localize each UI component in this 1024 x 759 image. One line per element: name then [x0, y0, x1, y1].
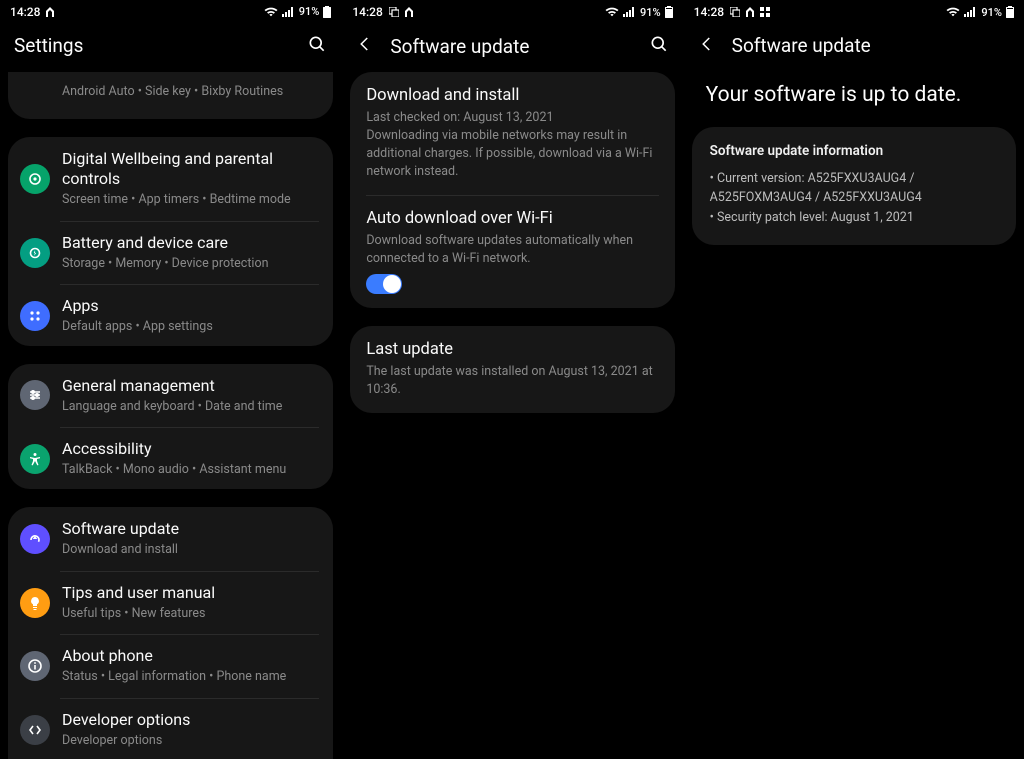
notification-icon: [46, 7, 54, 17]
developer-icon: [20, 715, 50, 745]
notification-icon: [746, 7, 754, 17]
settings-item-software-update[interactable]: Software update Download and install: [8, 507, 333, 571]
row-title: Download and install: [366, 86, 658, 107]
status-time: 14:28: [10, 5, 40, 19]
tips-icon: [20, 588, 50, 618]
battery-icon: [665, 6, 673, 18]
row-subtitle: Developer options: [62, 732, 319, 750]
download-and-install[interactable]: Download and install Last checked on: Au…: [350, 72, 674, 195]
last-update-card: Last update The last update was installe…: [350, 326, 674, 413]
auto-download-toggle[interactable]: [366, 274, 402, 294]
info-title: Software update information: [710, 143, 998, 159]
wellbeing-icon: [20, 164, 50, 194]
row-title: General management: [62, 376, 319, 396]
status-time: 14:28: [694, 5, 724, 19]
settings-group: Software update Download and install Tip…: [8, 507, 333, 759]
row-subtitle: TalkBack • Mono audio • Assistant menu: [62, 461, 319, 479]
settings-item-apps[interactable]: Apps Default apps • App settings: [8, 284, 333, 345]
page-title: Settings: [14, 34, 83, 57]
row-subtitle: Useful tips • New features: [62, 605, 319, 623]
about-icon: [20, 651, 50, 681]
settings-item-battery[interactable]: Battery and device care Storage • Memory…: [8, 221, 333, 285]
update-info-card: Software update information Current vers…: [692, 127, 1016, 245]
settings-group: General management Language and keyboard…: [8, 364, 333, 490]
search-icon[interactable]: [307, 34, 327, 58]
grid-icon: [760, 7, 770, 17]
screenshot-icon: [389, 7, 399, 17]
signal-icon: [964, 7, 977, 17]
accessibility-icon: [20, 444, 50, 474]
status-battery-pct: 91%: [981, 6, 1002, 19]
battery-icon: [323, 6, 331, 18]
settings-item-about-phone[interactable]: About phone Status • Legal information •…: [8, 634, 333, 698]
screen-software-update-status: 14:28 91% Sof: [683, 0, 1024, 759]
status-battery-pct: 91%: [640, 6, 661, 19]
info-line: Current version: A525FXXU3AUG4 / A525FOX…: [710, 169, 998, 208]
notification-icon: [405, 7, 413, 17]
settings-item-digital-wellbeing[interactable]: Digital Wellbeing and parental controls …: [8, 137, 333, 221]
signal-icon: [623, 7, 636, 17]
signal-icon: [282, 7, 295, 17]
status-message: Your software is up to date.: [684, 71, 1024, 127]
settings-item-accessibility[interactable]: Accessibility TalkBack • Mono audio • As…: [8, 427, 333, 489]
search-icon[interactable]: [649, 34, 669, 58]
last-update[interactable]: Last update The last update was installe…: [350, 326, 674, 413]
row-subtitle: Download software updates automatically …: [366, 232, 648, 268]
back-icon[interactable]: [356, 35, 374, 57]
row-title: Digital Wellbeing and parental controls: [62, 149, 319, 189]
row-title: Tips and user manual: [62, 583, 319, 603]
row-title: Battery and device care: [62, 233, 319, 253]
header: Software update: [684, 24, 1024, 71]
settings-item-advanced-features[interactable]: Android Auto • Side key • Bixby Routines: [8, 72, 333, 120]
row-subtitle: Download and install: [62, 541, 319, 559]
back-icon[interactable]: [698, 35, 716, 57]
statusbar: 14:28 91%: [0, 0, 341, 24]
row-title: Auto download over Wi-Fi: [366, 209, 648, 230]
wifi-icon: [946, 7, 960, 17]
row-subtitle: Storage • Memory • Device protection: [62, 255, 319, 273]
row-title: Accessibility: [62, 439, 319, 459]
settings-group: Android Auto • Side key • Bixby Routines: [8, 72, 333, 120]
screen-settings: 14:28 91% Settings: [0, 0, 341, 759]
settings-item-general-management[interactable]: General management Language and keyboard…: [8, 364, 333, 428]
update-card: Download and install Last checked on: Au…: [350, 72, 674, 308]
row-title: Developer options: [62, 710, 319, 730]
software-update-icon: [20, 524, 50, 554]
header: Software update: [342, 24, 682, 72]
settings-item-tips[interactable]: Tips and user manual Useful tips • New f…: [8, 571, 333, 635]
row-subtitle: Android Auto • Side key • Bixby Routines: [62, 83, 319, 101]
statusbar: 14:28 91%: [342, 0, 682, 24]
battery-care-icon: [20, 238, 50, 268]
settings-group: Digital Wellbeing and parental controls …: [8, 137, 333, 345]
info-line: Security patch level: August 1, 2021: [710, 208, 998, 227]
row-subtitle: Screen time • App timers • Bedtime mode: [62, 191, 319, 209]
row-title: Software update: [62, 519, 319, 539]
status-battery-pct: 91%: [299, 5, 320, 18]
battery-icon: [1006, 6, 1014, 18]
statusbar: 14:28 91%: [684, 0, 1024, 24]
row-subtitle: Language and keyboard • Date and time: [62, 398, 319, 416]
header: Settings: [0, 24, 341, 72]
row-title: About phone: [62, 646, 319, 666]
row-subtitle: The last update was installed on August …: [366, 363, 658, 399]
row-subtitle: Default apps • App settings: [62, 318, 319, 336]
settings-item-developer-options[interactable]: Developer options Developer options: [8, 698, 333, 759]
wifi-icon: [264, 7, 278, 17]
row-subtitle: Status • Legal information • Phone name: [62, 668, 319, 686]
page-title: Software update: [732, 34, 871, 57]
general-icon: [20, 380, 50, 410]
apps-icon: [20, 301, 50, 331]
status-time: 14:28: [352, 5, 382, 19]
wifi-icon: [605, 7, 619, 17]
page-title: Software update: [390, 35, 529, 58]
screenshot-icon: [730, 7, 740, 17]
auto-download-wifi[interactable]: Auto download over Wi-Fi Download softwa…: [350, 195, 674, 308]
row-subtitle: Last checked on: August 13, 2021 Downloa…: [366, 109, 658, 182]
row-title: Apps: [62, 296, 319, 316]
screen-software-update-list: 14:28 91% Software update: [341, 0, 682, 759]
row-title: Last update: [366, 340, 658, 361]
